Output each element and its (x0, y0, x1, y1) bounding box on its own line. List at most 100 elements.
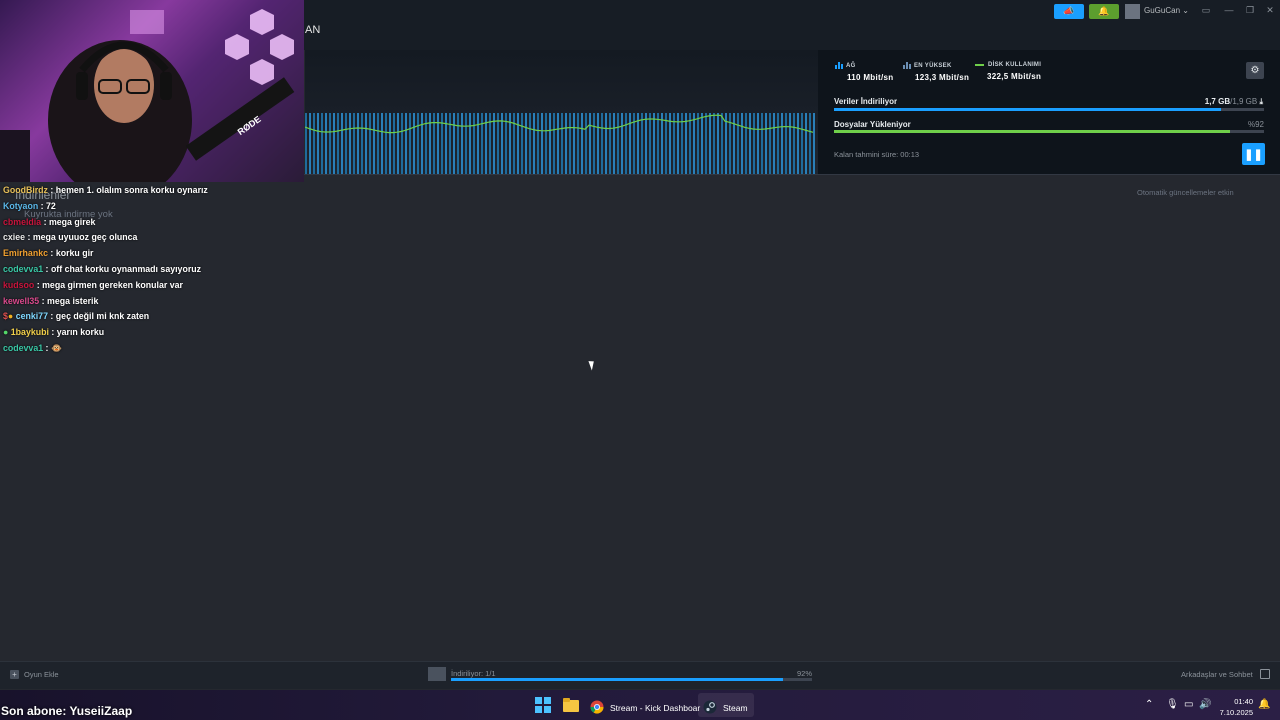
graph-bar (333, 113, 335, 174)
graph-bar (361, 113, 363, 174)
graph-bar (581, 113, 583, 174)
close-icon[interactable]: ✕ (1263, 5, 1277, 16)
last-subscriber-overlay: Son abone: YuseiiZaap (1, 704, 133, 718)
chat-message: ● 1baykubi : yarın korku (3, 327, 105, 338)
badge-icon: ● (7, 311, 14, 322)
graph-bar (429, 113, 431, 174)
gear-icon[interactable]: ⚙ (1246, 62, 1264, 79)
graph-bar (585, 113, 587, 174)
big-picture-icon[interactable]: ▭ (1199, 5, 1213, 16)
chat-message: codevva1 : 🐵 (3, 342, 62, 353)
line-icon (975, 64, 984, 66)
chat-message: kewell35 : mega isterik (3, 295, 99, 306)
graph-bar (757, 113, 759, 174)
graph-bar (469, 113, 471, 174)
maximize-icon[interactable]: ❐ (1243, 5, 1257, 16)
graph-bar (345, 113, 347, 174)
taskbar-steam[interactable]: Steam (703, 700, 748, 716)
graph-bar (745, 113, 747, 174)
graph-bar (789, 113, 791, 174)
graph-bar (445, 113, 447, 174)
account-menu[interactable]: GuGuCan ⌄ (1144, 6, 1189, 15)
graph-bar (417, 113, 419, 174)
graph-bar (521, 113, 523, 174)
graph-bar (601, 113, 603, 174)
minimize-icon[interactable]: — (1222, 5, 1236, 15)
chevron-down-icon: ⌄ (1182, 6, 1189, 15)
avatar[interactable] (1125, 4, 1140, 19)
steam-icon (703, 700, 717, 716)
graph-bar (689, 113, 691, 174)
chat-message: kudsoo : mega girmen gereken konular var (3, 279, 183, 290)
install-progress-bar (834, 130, 1264, 133)
graph-bar (773, 113, 775, 174)
graph-bar (565, 113, 567, 174)
graph-bar (793, 113, 795, 174)
graph-bar (373, 113, 375, 174)
friends-icon[interactable] (1260, 669, 1270, 679)
stat-peak: EN YÜKSEK 123,3 Mbit/sn (903, 62, 969, 82)
windows-start-icon[interactable] (534, 696, 552, 714)
graph-bar (605, 113, 607, 174)
graph-bar (449, 113, 451, 174)
graph-bar (653, 113, 655, 174)
graph-bar (537, 113, 539, 174)
graph-bar (701, 113, 703, 174)
download-status[interactable]: İndiriliyor: 1/1 (451, 669, 496, 678)
bottom-download-progress (451, 678, 812, 681)
graph-bar (425, 113, 427, 174)
microphone-icon[interactable]: 🎙 (1166, 699, 1179, 710)
graph-bar (385, 113, 387, 174)
installing-label: Dosyalar Yükleniyor (834, 120, 911, 129)
graph-bar (669, 113, 671, 174)
graph-bar (617, 113, 619, 174)
graph-bar (369, 113, 371, 174)
graph-bar (557, 113, 559, 174)
volume-icon[interactable]: 🔊 (1199, 699, 1211, 710)
chevron-up-icon[interactable]: ⌃ (1145, 699, 1153, 710)
download-icon: ⤓ (1259, 97, 1263, 106)
graph-bar (577, 113, 579, 174)
notification-center-icon[interactable]: 🔔 (1258, 699, 1270, 710)
graph-bar (705, 113, 707, 174)
graph-bar (717, 113, 719, 174)
graph-bar (461, 113, 463, 174)
graph-bar (769, 113, 771, 174)
graph-bar (553, 113, 555, 174)
network-graph (305, 113, 815, 174)
graph-bar (529, 113, 531, 174)
graph-bar (349, 113, 351, 174)
notifications-button[interactable]: 🔔 (1089, 4, 1119, 19)
graph-bar (641, 113, 643, 174)
pause-button[interactable]: ❚❚ (1242, 143, 1265, 165)
network-icon[interactable]: ▭ (1184, 699, 1193, 710)
graph-bar (441, 113, 443, 174)
graph-bar (661, 113, 663, 174)
game-thumbnail[interactable] (428, 667, 446, 681)
graph-bar (497, 113, 499, 174)
bell-icon: 🔔 (1098, 6, 1110, 16)
taskbar-clock[interactable]: 01:40 7.10.2025 (1215, 696, 1253, 718)
graph-bar (525, 113, 527, 174)
chrome-icon (590, 700, 604, 716)
taskbar-chrome[interactable]: Stream - Kick Dashboar (590, 700, 700, 716)
announcements-button[interactable]: 📣 (1054, 4, 1084, 19)
stat-disk: DİSK KULLANIMI 322,5 Mbit/sn (975, 62, 1041, 81)
graph-bar (597, 113, 599, 174)
graph-bar (709, 113, 711, 174)
stream-chat-overlay: GoodBirdz : hemen 1. olalım sonra korku … (3, 185, 303, 359)
graph-bar (533, 113, 535, 174)
add-game-button[interactable]: + Oyun Ekle (10, 670, 59, 679)
graph-bar (741, 113, 743, 174)
graph-bar (685, 113, 687, 174)
graph-bar (325, 113, 327, 174)
friends-chat-button[interactable]: Arkadaşlar ve Sohbet (1181, 670, 1253, 679)
file-explorer-icon[interactable] (562, 696, 580, 714)
graph-bar (405, 113, 407, 174)
graph-bar (473, 113, 475, 174)
graph-bar (645, 113, 647, 174)
chat-message: GoodBirdz : hemen 1. olalım sonra korku … (3, 185, 208, 195)
mouse-cursor (588, 359, 597, 371)
graph-bar (737, 113, 739, 174)
graph-bar (805, 113, 807, 174)
